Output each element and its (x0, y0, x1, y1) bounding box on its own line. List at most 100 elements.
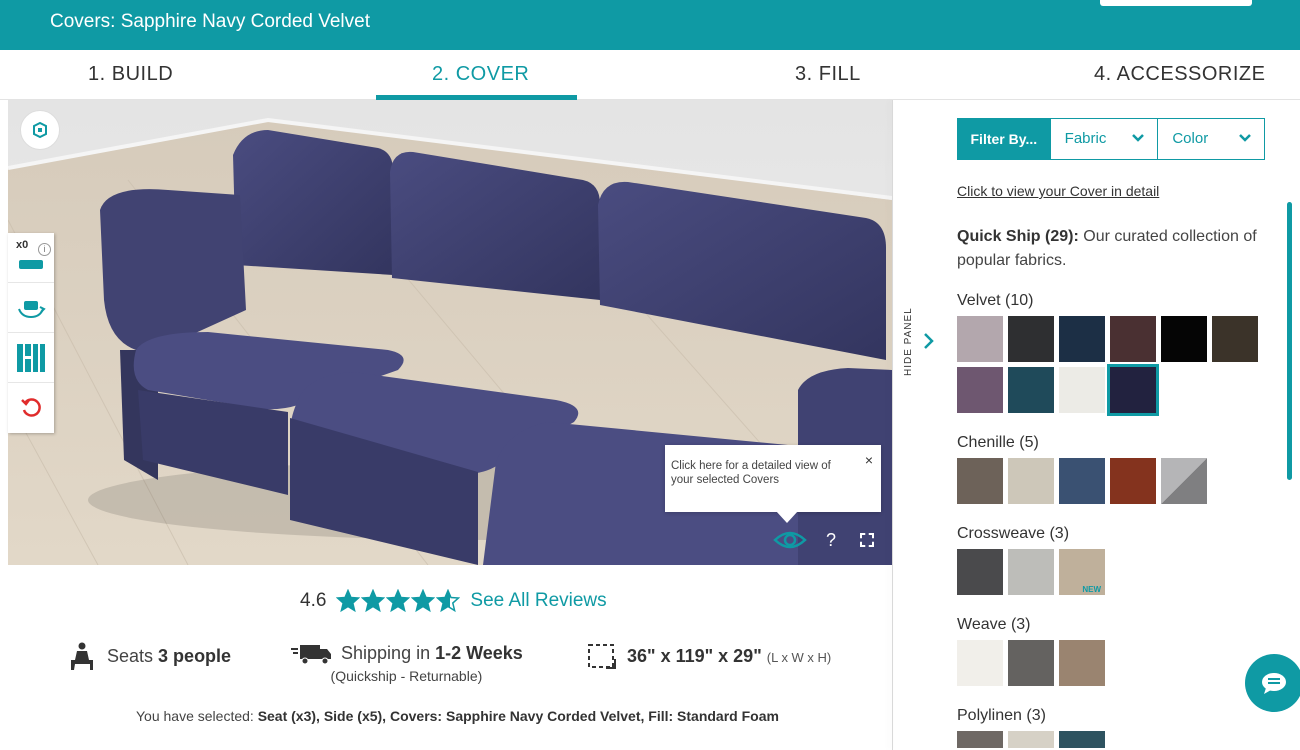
header-action-button[interactable] (1100, 0, 1252, 6)
rating-value: 4.6 (300, 590, 327, 611)
panel-divider (892, 100, 893, 750)
star-icon (386, 589, 411, 613)
chat-icon (1262, 673, 1286, 694)
dimensions-unit: (L x W x H) (766, 649, 832, 665)
rating-row: 4.6 See All Reviews (300, 588, 607, 614)
seat-cushion-icon (19, 259, 43, 269)
rating-stars (336, 589, 461, 613)
fabric-swatch[interactable] (1008, 731, 1054, 748)
header-bar: Covers: Sapphire Navy Corded Velvet (0, 0, 1300, 50)
swatch-group-title: Weave (3) (957, 616, 1031, 633)
rotate-view-tool[interactable] (8, 283, 54, 333)
rotate-sofa-icon (18, 300, 46, 318)
tab-accessorize[interactable]: 4. ACCESSORIZE (1094, 63, 1266, 86)
fabric-filter-select[interactable]: Fabric (1049, 119, 1158, 159)
fabric-swatch[interactable] (1059, 367, 1105, 413)
color-filter-select[interactable]: Color (1157, 119, 1264, 159)
fabric-swatch[interactable] (1008, 640, 1054, 686)
step-tabs: 1. BUILD 2. COVER 3. FILL 4. ACCESSORIZE (0, 50, 1300, 100)
fabric-swatch[interactable] (957, 640, 1003, 686)
selection-summary: You have selected: Seat (x3), Side (x5),… (136, 708, 779, 724)
hide-panel-label[interactable]: HIDE PANEL (903, 307, 914, 376)
fabric-swatch[interactable]: NEW (1059, 549, 1105, 595)
color-filter-label: Color (1172, 130, 1209, 147)
dimensions-icon (588, 644, 616, 669)
fabric-swatch[interactable] (1059, 640, 1105, 686)
fabric-swatch[interactable] (1161, 316, 1207, 362)
shipping-value: 1-2 Weeks (435, 642, 523, 663)
person-seated-icon (71, 642, 93, 670)
shipping-subtext: (Quickship - Returnable) (330, 668, 483, 684)
quickship-title: Quick Ship (29): (957, 228, 1079, 245)
scroll-thumb[interactable] (1287, 202, 1292, 480)
swatch-group-title: Velvet (10) (957, 292, 1034, 309)
fabric-swatch[interactable] (1161, 458, 1207, 504)
seats-value: 3 people (158, 645, 232, 666)
star-icon (411, 589, 436, 613)
star-icon (336, 589, 361, 613)
swatch-group-title: Chenille (5) (957, 434, 1039, 451)
fabric-swatch[interactable] (957, 731, 1003, 748)
tab-build[interactable]: 1. BUILD (88, 63, 173, 86)
see-all-reviews-link[interactable]: See All Reviews (470, 590, 606, 612)
tooltip-arrow (776, 511, 798, 523)
filter-bar: Filter By... Fabric Color (957, 118, 1265, 160)
page-title: Covers: Sapphire Navy Corded Velvet (50, 11, 370, 32)
fabric-swatch[interactable] (1008, 458, 1054, 504)
tab-cover[interactable]: 2. COVER (432, 63, 529, 86)
new-badge: NEW (1082, 585, 1101, 594)
reset-icon (21, 398, 41, 417)
seat-count-badge: x0 (16, 239, 29, 251)
info-icon[interactable]: i (38, 243, 51, 256)
dimensions-feature: 36" x 119" x 29" (L x W x H) (586, 642, 831, 672)
view-cover-detail-link[interactable]: Click to view your Cover in detail (957, 183, 1159, 199)
fabric-swatch[interactable] (957, 367, 1003, 413)
fabric-swatch[interactable] (1107, 364, 1159, 416)
fullscreen-icon[interactable] (860, 533, 874, 547)
detail-view-button[interactable] (773, 527, 807, 553)
seats-feature: Seats 3 people (66, 642, 231, 672)
fabric-swatch[interactable] (957, 458, 1003, 504)
chevron-right-icon[interactable] (923, 332, 935, 350)
quickship-description: Quick Ship (29): Our curated collection … (957, 225, 1267, 273)
logo-icon (33, 121, 47, 139)
layout-grid-icon (17, 343, 45, 372)
close-icon[interactable]: × (865, 453, 873, 467)
fabric-swatch[interactable] (957, 549, 1003, 595)
seats-prefix: Seats (107, 645, 159, 666)
fabric-swatch[interactable] (1008, 367, 1054, 413)
layout-view-tool[interactable] (8, 333, 54, 383)
dimensions-value: 36" x 119" x 29" (627, 645, 762, 666)
fabric-swatch[interactable] (1008, 316, 1054, 362)
fabric-swatch[interactable] (1059, 316, 1105, 362)
fabric-swatch[interactable] (1110, 458, 1156, 504)
seat-count-tool[interactable]: x0 i (8, 233, 54, 283)
fabric-swatch[interactable] (1059, 731, 1105, 748)
shipping-prefix: Shipping in (341, 642, 436, 663)
fabric-swatch[interactable] (1059, 458, 1105, 504)
detail-view-tooltip: Click here for a detailed view of your s… (665, 445, 881, 512)
chat-button[interactable] (1245, 654, 1300, 712)
chevron-down-icon (1239, 134, 1251, 142)
fabric-swatch[interactable] (1110, 316, 1156, 362)
star-icon (436, 589, 461, 613)
swatch-group-title: Polylinen (3) (957, 707, 1046, 724)
brand-logo-button[interactable] (20, 110, 60, 150)
filter-by-button[interactable]: Filter By... (958, 119, 1050, 159)
selection-prefix: You have selected: (136, 708, 258, 724)
star-icon (361, 589, 386, 613)
fabric-swatch[interactable] (957, 316, 1003, 362)
selection-value: Seat (x3), Side (x5), Covers: Sapphire N… (257, 708, 779, 724)
chevron-down-icon (1132, 134, 1145, 142)
fabric-swatch[interactable] (1212, 316, 1258, 362)
panel-scrollbar[interactable] (1285, 100, 1300, 750)
swatch-group-title: Crossweave (3) (957, 525, 1070, 542)
eye-icon (773, 531, 807, 549)
help-icon[interactable]: ? (826, 530, 836, 551)
viewer-toolbar: x0 i (8, 233, 54, 433)
fabric-filter-label: Fabric (1064, 130, 1107, 147)
fabric-swatch[interactable] (1008, 549, 1054, 595)
reset-tool[interactable] (8, 383, 54, 433)
tab-fill[interactable]: 3. FILL (795, 63, 861, 86)
shipping-feature: Shipping in 1-2 Weeks (Quickship - Retur… (290, 642, 523, 684)
